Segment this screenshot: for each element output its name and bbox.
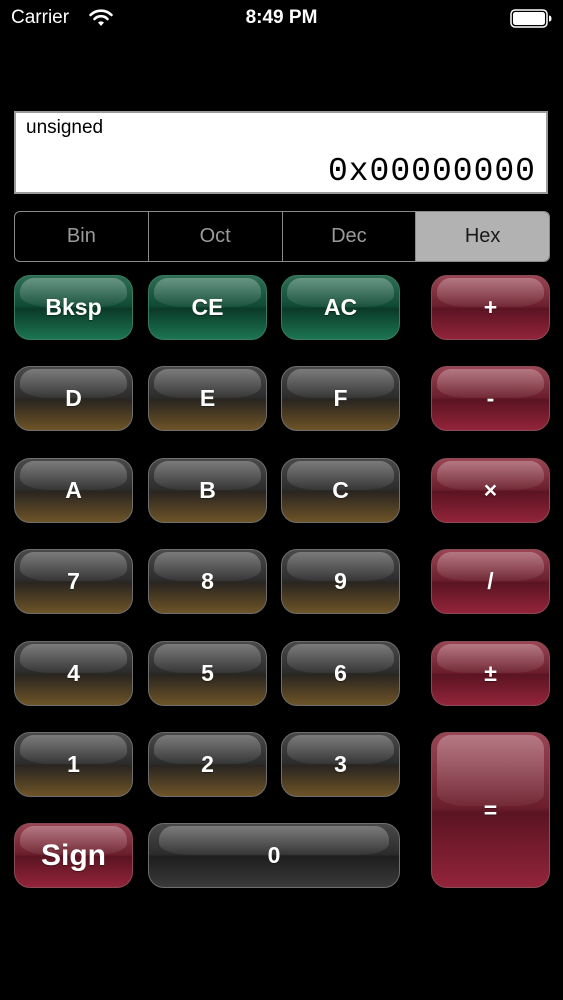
digit-0-button[interactable]: 0 (148, 823, 400, 888)
digit-5-label: 5 (201, 660, 214, 686)
digit-3-button[interactable]: 3 (281, 732, 400, 797)
base-oct-segment[interactable]: Oct (149, 212, 283, 261)
backspace-label: Bksp (45, 294, 102, 320)
add-label: + (483, 294, 498, 320)
digit-4-button[interactable]: 4 (14, 641, 133, 706)
divide-label: / (487, 568, 494, 594)
add-button[interactable]: + (431, 275, 550, 340)
divide-button[interactable]: / (431, 549, 550, 614)
digit-f-label: F (333, 385, 348, 411)
digit-f-button[interactable]: F (281, 366, 400, 431)
digit-9-label: 9 (334, 568, 347, 594)
digit-e-button[interactable]: E (148, 366, 267, 431)
digit-8-label: 8 (201, 568, 214, 594)
base-hex-segment[interactable]: Hex (416, 212, 549, 261)
digit-4-label: 4 (67, 660, 80, 686)
sign-label: Sign (41, 838, 106, 872)
digit-c-button[interactable]: C (281, 458, 400, 523)
digit-e-label: E (199, 385, 216, 411)
clear-entry-button[interactable]: CE (148, 275, 267, 340)
sign-button[interactable]: Sign (14, 823, 133, 888)
digit-a-button[interactable]: A (14, 458, 133, 523)
digit-b-button[interactable]: B (148, 458, 267, 523)
status-bar: Carrier 8:49 PM (0, 0, 563, 40)
clock: 8:49 PM (245, 7, 318, 28)
clear-entry-label: CE (191, 294, 224, 320)
digit-8-button[interactable]: 8 (148, 549, 267, 614)
digit-d-button[interactable]: D (14, 366, 133, 431)
equals-label: = (483, 796, 498, 823)
digit-0-label: 0 (267, 842, 281, 868)
backspace-button[interactable]: Bksp (14, 275, 133, 340)
display-value: 0x00000000 (327, 153, 536, 190)
calculator-display: unsigned 0x00000000 (14, 111, 548, 194)
plus-minus-label: ± (484, 660, 497, 686)
base-bin-segment[interactable]: Bin (15, 212, 149, 261)
digit-a-label: A (65, 477, 82, 503)
multiply-label: × (483, 477, 498, 503)
base-dec-segment[interactable]: Dec (283, 212, 417, 261)
subtract-button[interactable]: - (431, 366, 550, 431)
digit-9-button[interactable]: 9 (281, 549, 400, 614)
multiply-button[interactable]: × (431, 458, 550, 523)
digit-1-label: 1 (67, 751, 80, 777)
digit-5-button[interactable]: 5 (148, 641, 267, 706)
all-clear-button[interactable]: AC (281, 275, 400, 340)
battery-icon (510, 9, 552, 28)
digit-c-label: C (332, 477, 349, 503)
digit-1-button[interactable]: 1 (14, 732, 133, 797)
digit-6-label: 6 (334, 660, 347, 686)
digit-2-button[interactable]: 2 (148, 732, 267, 797)
plus-minus-button[interactable]: ± (431, 641, 550, 706)
base-selector: Bin Oct Dec Hex (14, 211, 550, 262)
all-clear-label: AC (323, 294, 358, 320)
digit-7-label: 7 (67, 568, 80, 594)
digit-2-label: 2 (201, 751, 214, 777)
equals-button[interactable]: = (431, 732, 550, 888)
subtract-label: - (486, 385, 495, 411)
display-mode-label: unsigned (26, 117, 104, 138)
digit-6-button[interactable]: 6 (281, 641, 400, 706)
digit-d-label: D (65, 385, 82, 411)
digit-7-button[interactable]: 7 (14, 549, 133, 614)
digit-b-label: B (199, 477, 216, 503)
digit-3-label: 3 (334, 751, 347, 777)
